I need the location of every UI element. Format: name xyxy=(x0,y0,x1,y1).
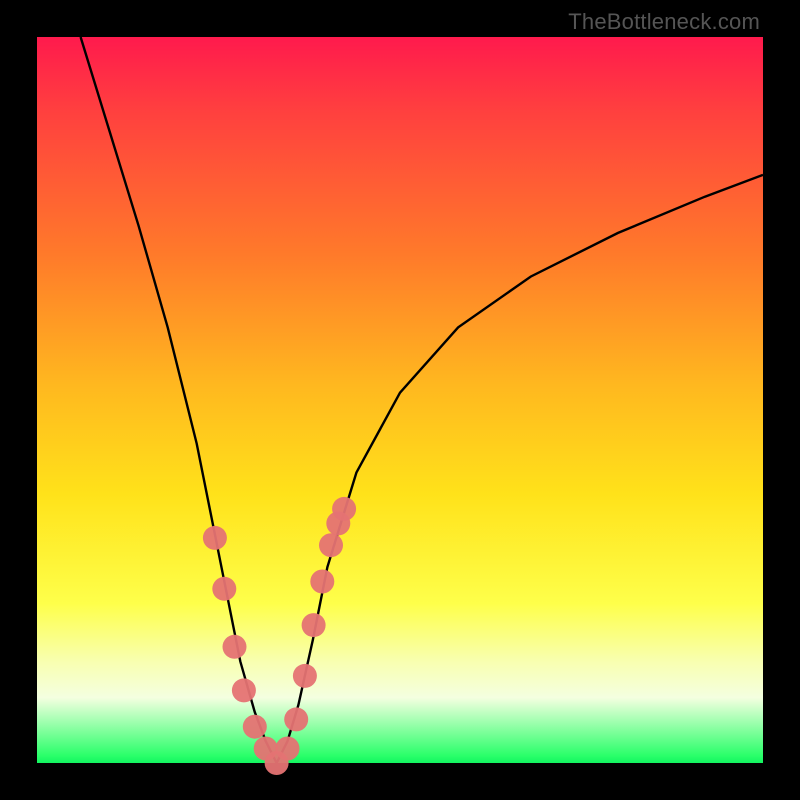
highlight-dot xyxy=(332,497,356,521)
bottleneck-curve xyxy=(81,37,763,763)
highlight-dot xyxy=(293,664,317,688)
chart-frame: TheBottleneck.com xyxy=(0,0,800,800)
highlight-dot xyxy=(276,737,300,761)
highlight-dot xyxy=(243,715,267,739)
plot-area xyxy=(37,37,763,763)
highlight-dot xyxy=(212,577,236,601)
highlight-dot xyxy=(319,533,343,557)
highlight-dot xyxy=(232,678,256,702)
highlight-dot xyxy=(284,707,308,731)
highlight-dot xyxy=(203,526,227,550)
watermark-text: TheBottleneck.com xyxy=(568,9,760,35)
highlight-dot xyxy=(302,613,326,637)
highlight-dot xyxy=(223,635,247,659)
highlight-dots-group xyxy=(203,497,356,775)
highlight-dot xyxy=(310,570,334,594)
chart-svg xyxy=(37,37,763,763)
